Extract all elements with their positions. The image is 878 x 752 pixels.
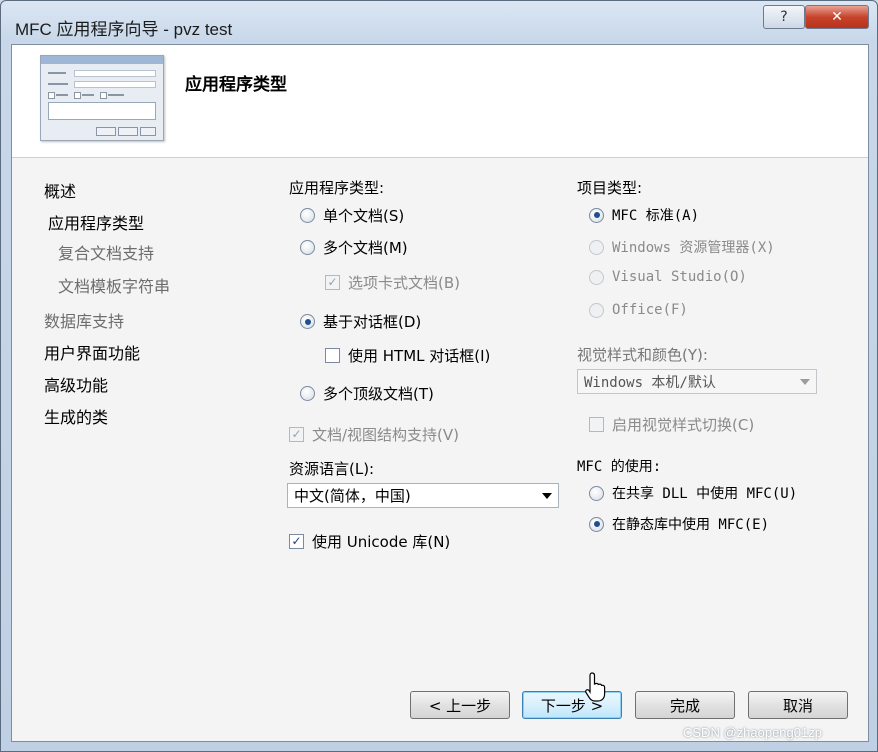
shared-dll-radio[interactable] xyxy=(589,485,604,501)
resource-language-value: 中文(简体，中国) xyxy=(294,487,411,505)
visual-style-value: Windows 本机/默认 xyxy=(584,374,716,391)
nav-item-advanced-features[interactable]: 高级功能 xyxy=(44,372,108,396)
nav-item-application-type[interactable]: 应用程序类型 xyxy=(48,210,144,234)
mfc-standard-radio[interactable] xyxy=(589,207,604,223)
doc-view-option: ✓ 文档/视图结构支持(V) xyxy=(289,424,459,445)
project-type-label: 项目类型: xyxy=(577,179,643,197)
chevron-down-icon xyxy=(800,379,810,385)
multi-toplevel-radio[interactable] xyxy=(300,386,315,401)
visual-style-switch-label: 启用视觉样式切换(C) xyxy=(612,416,755,434)
dialog-based-radio[interactable] xyxy=(300,314,315,329)
wizard-window: MFC 应用程序向导 - pvz test ? ✕ 应用程序类型 概述 应用程序… xyxy=(0,0,878,752)
tabbed-docs-option: ✓ 选项卡式文档(B) xyxy=(325,272,460,293)
unicode-option[interactable]: ✓ 使用 Unicode 库(N) xyxy=(289,531,450,552)
static-lib-label: 在静态库中使用 MFC(E) xyxy=(612,517,770,533)
dialog-based-option[interactable]: 基于对话框(D) xyxy=(300,311,421,332)
tabbed-docs-label: 选项卡式文档(B) xyxy=(348,274,460,292)
hand-cursor-icon xyxy=(585,672,606,702)
office-label: Office(F) xyxy=(612,302,688,318)
app-type-label: 应用程序类型: xyxy=(289,179,385,197)
multi-doc-radio[interactable] xyxy=(300,240,315,255)
doc-view-label: 文档/视图结构支持(V) xyxy=(312,426,460,444)
multi-toplevel-label: 多个顶级文档(T) xyxy=(323,385,434,403)
visual-studio-label: Visual Studio(O) xyxy=(612,269,747,285)
visual-style-switch-option: 启用视觉样式切换(C) xyxy=(589,414,754,435)
visual-studio-radio xyxy=(589,269,604,285)
prev-button[interactable]: < 上一步 xyxy=(410,691,510,719)
use-html-dialog-checkbox[interactable] xyxy=(325,348,340,363)
windows-explorer-label: Windows 资源管理器(X) xyxy=(612,240,775,256)
help-button[interactable]: ? xyxy=(763,5,805,29)
resource-language-label: 资源语言(L): xyxy=(289,460,375,478)
tabbed-docs-checkbox: ✓ xyxy=(325,275,340,290)
nav-item-compound-document: 复合文档支持 xyxy=(58,244,155,263)
unicode-checkbox[interactable]: ✓ xyxy=(289,534,304,549)
page-title: 应用程序类型 xyxy=(185,75,287,95)
wizard-header: 应用程序类型 xyxy=(12,45,868,158)
multi-doc-option[interactable]: 多个文档(M) xyxy=(300,237,408,258)
resource-language-select[interactable]: 中文(简体，中国) xyxy=(287,483,559,508)
chevron-down-icon xyxy=(542,493,552,499)
windows-explorer-option: Windows 资源管理器(X) xyxy=(589,237,775,257)
visual-studio-option: Visual Studio(O) xyxy=(589,269,747,285)
dialog-based-label: 基于对话框(D) xyxy=(323,313,422,331)
watermark: CSDN @zhaopeng01zp xyxy=(683,725,822,740)
dialog-preview-image xyxy=(40,55,164,141)
nav-item-database-support: 数据库支持 xyxy=(44,312,125,331)
single-doc-option[interactable]: 单个文档(S) xyxy=(300,205,404,226)
mfc-use-label: MFC 的使用: xyxy=(577,459,662,475)
shared-dll-label: 在共享 DLL 中使用 MFC(U) xyxy=(612,486,798,502)
multi-toplevel-option[interactable]: 多个顶级文档(T) xyxy=(300,383,434,404)
doc-view-checkbox: ✓ xyxy=(289,427,304,442)
nav-item-overview[interactable]: 概述 xyxy=(44,178,76,202)
use-html-dialog-option[interactable]: 使用 HTML 对话框(I) xyxy=(325,345,490,366)
visual-style-select: Windows 本机/默认 xyxy=(577,369,817,394)
static-lib-option[interactable]: 在静态库中使用 MFC(E) xyxy=(589,514,769,534)
wizard-client-area: 应用程序类型 概述 应用程序类型 复合文档支持 文档模板字符串 数据库支持 用户… xyxy=(11,44,869,742)
visual-style-label: 视觉样式和颜色(Y): xyxy=(577,346,708,364)
window-title: MFC 应用程序向导 - pvz test xyxy=(15,20,233,39)
mfc-standard-option[interactable]: MFC 标准(A) xyxy=(589,205,699,225)
visual-style-switch-checkbox xyxy=(589,417,604,432)
windows-explorer-radio xyxy=(589,239,604,255)
static-lib-radio[interactable] xyxy=(589,516,604,532)
nav-item-ui-features[interactable]: 用户界面功能 xyxy=(44,340,140,364)
office-radio xyxy=(589,302,604,318)
nav-item-generated-classes[interactable]: 生成的类 xyxy=(44,404,108,428)
office-option: Office(F) xyxy=(589,302,688,318)
nav-item-document-template: 文档模板字符串 xyxy=(58,277,171,296)
single-doc-radio[interactable] xyxy=(300,208,315,223)
finish-button[interactable]: 完成 xyxy=(635,691,735,719)
multi-doc-label: 多个文档(M) xyxy=(323,239,408,257)
shared-dll-option[interactable]: 在共享 DLL 中使用 MFC(U) xyxy=(589,483,797,503)
unicode-label: 使用 Unicode 库(N) xyxy=(312,533,451,551)
close-button[interactable]: ✕ xyxy=(805,5,869,29)
mfc-standard-label: MFC 标准(A) xyxy=(612,208,700,224)
cancel-button[interactable]: 取消 xyxy=(748,691,848,719)
single-doc-label: 单个文档(S) xyxy=(323,207,405,225)
use-html-dialog-label: 使用 HTML 对话框(I) xyxy=(348,347,491,365)
